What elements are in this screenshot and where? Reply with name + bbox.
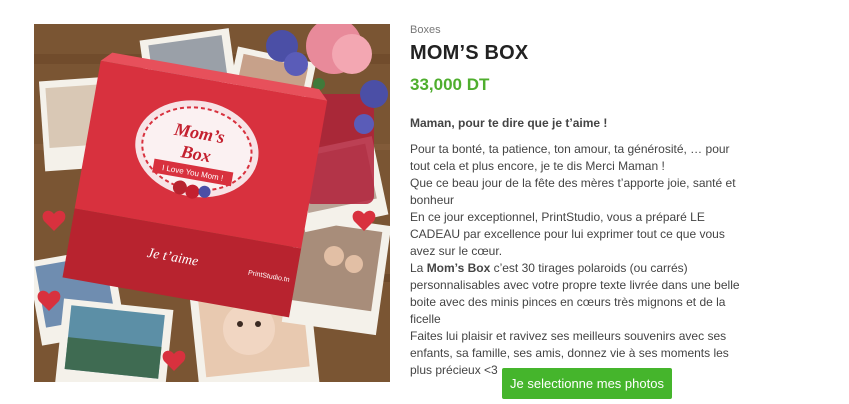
description-paragraph: En ce jour exceptionnel, PrintStudio, vo… bbox=[410, 210, 725, 258]
moms-box-illustration: Mom’s Box I Love You Mom ! Je t’aime Pri… bbox=[34, 24, 390, 382]
description-highlight: La Mom’s Box c’est 30 tirages polaroids … bbox=[410, 260, 750, 328]
highlight-bold: Mom’s Box bbox=[426, 261, 491, 275]
description-paragraph: Pour ta bonté, ta patience, ton amour, t… bbox=[410, 142, 730, 173]
product-category[interactable]: Boxes bbox=[410, 24, 770, 36]
product-info: Boxes MOM’S BOX 33,000 DT Maman, pour te… bbox=[410, 20, 770, 379]
highlight-prefix: La bbox=[410, 261, 427, 275]
product-title: MOM’S BOX bbox=[410, 42, 529, 64]
description-lead: Maman, pour te dire que je t’aime ! bbox=[410, 116, 608, 130]
gift-box: Mom’s Box I Love You Mom ! Je t’aime Pri… bbox=[62, 52, 328, 318]
product-description: Maman, pour te dire que je t’aime ! Pour… bbox=[410, 115, 750, 379]
product-price: 33,000 DT bbox=[410, 75, 490, 94]
polaroid-bottom-lake bbox=[54, 298, 174, 382]
product-photo: Mom’s Box I Love You Mom ! Je t’aime Pri… bbox=[34, 24, 390, 382]
description-paragraph: Que ce beau jour de la fête des mères t’… bbox=[410, 176, 736, 207]
select-photos-button[interactable]: Je selectionne mes photos bbox=[502, 368, 672, 399]
